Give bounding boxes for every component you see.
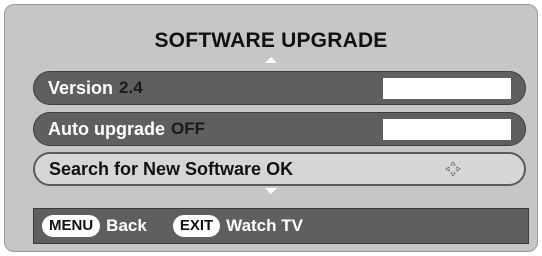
- exit-key-label: Watch TV: [226, 216, 303, 235]
- version-value-box: [383, 78, 511, 99]
- menu-item-auto-upgrade[interactable]: Auto upgrade OFF: [33, 112, 526, 146]
- menu-key-label: Back: [106, 216, 147, 235]
- navigation-cross-icon: [445, 161, 461, 177]
- auto-upgrade-value-box: [383, 119, 511, 140]
- menu-item-search-new-software[interactable]: Search for New Software OK: [33, 152, 526, 186]
- menu-item-version[interactable]: Version 2.4: [33, 71, 526, 105]
- auto-upgrade-label: Auto upgrade: [48, 118, 165, 139]
- search-software-label: Search for New Software OK: [49, 158, 294, 179]
- software-upgrade-panel: SOFTWARE UPGRADE Version 2.4 Auto upgrad…: [4, 4, 538, 252]
- page-title: SOFTWARE UPGRADE: [154, 29, 388, 52]
- menu-key-button[interactable]: MENU: [42, 215, 101, 237]
- exit-key-button[interactable]: EXIT: [172, 215, 221, 237]
- auto-upgrade-value: OFF: [171, 119, 205, 138]
- up-arrow-icon: [265, 57, 277, 63]
- version-label: Version: [48, 77, 114, 98]
- footer-bar: MENU Back EXIT Watch TV: [33, 208, 529, 244]
- version-value: 2.4: [119, 78, 143, 97]
- down-arrow-icon: [265, 188, 277, 194]
